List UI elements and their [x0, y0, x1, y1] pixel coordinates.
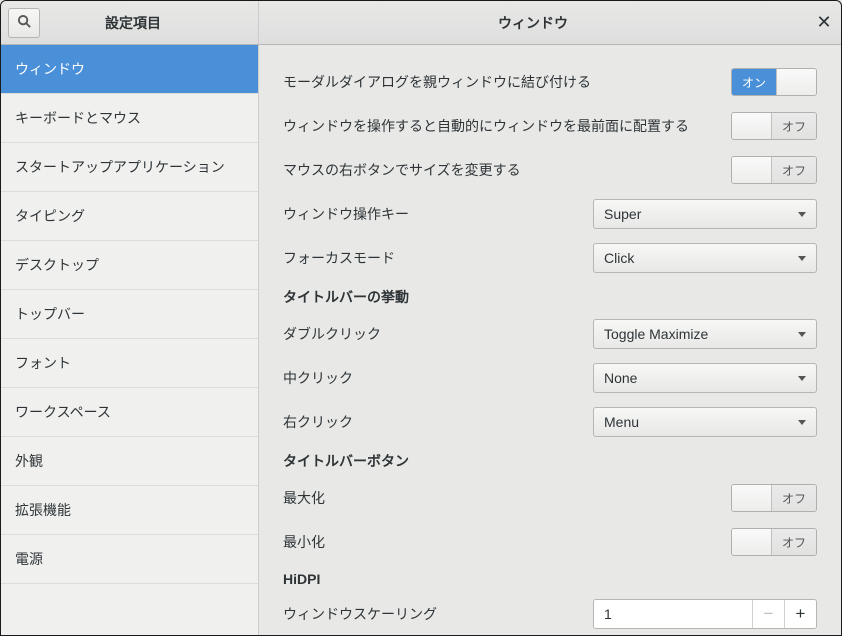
sidebar-item-0[interactable]: ウィンドウ	[1, 45, 258, 94]
section-header: タイトルバーの挙動	[283, 287, 817, 307]
toggle-handle	[776, 69, 816, 95]
sidebar-item-2[interactable]: スタートアップアプリケーション	[1, 143, 258, 192]
titlebar: 設定項目 ウィンドウ ✕	[1, 1, 841, 45]
chevron-down-icon	[798, 420, 806, 425]
toggle-handle	[732, 485, 772, 511]
spinner-increment[interactable]: +	[784, 600, 816, 628]
setting-label: 中クリック	[283, 368, 593, 388]
toggle-handle	[732, 157, 772, 183]
sidebar-item-9[interactable]: 拡張機能	[1, 486, 258, 535]
setting-row: モーダルダイアログを親ウィンドウに結び付けるオン	[283, 67, 817, 97]
setting-label: モーダルダイアログを親ウィンドウに結び付ける	[283, 72, 731, 92]
setting-row: 右クリック Menu	[283, 407, 817, 437]
setting-label: ウィンドウ操作キー	[283, 204, 593, 224]
toggle-switch[interactable]: オフ	[731, 156, 817, 184]
setting-label: ウィンドウスケーリング	[283, 604, 593, 624]
select-dropdown[interactable]: Menu	[593, 407, 817, 437]
setting-label: ウィンドウを操作すると自動的にウィンドウを最前面に配置する	[283, 116, 731, 136]
toggle-switch[interactable]: オフ	[731, 112, 817, 140]
setting-row: フォーカスモード Click	[283, 243, 817, 273]
titlebar-left: 設定項目	[1, 1, 259, 44]
toggle-switch[interactable]: オン	[731, 68, 817, 96]
setting-label: マウスの右ボタンでサイズを変更する	[283, 160, 731, 180]
sidebar-item-5[interactable]: トップバー	[1, 290, 258, 339]
select-dropdown[interactable]: None	[593, 363, 817, 393]
sidebar-item-7[interactable]: ワークスペース	[1, 388, 258, 437]
search-icon	[17, 14, 32, 32]
number-spinner[interactable]: 1−+	[593, 599, 817, 629]
select-value: None	[604, 370, 798, 386]
close-button[interactable]: ✕	[807, 1, 841, 44]
select-dropdown[interactable]: Click	[593, 243, 817, 273]
search-button[interactable]	[8, 8, 40, 38]
toggle-label: オフ	[772, 529, 816, 555]
sidebar-item-8[interactable]: 外観	[1, 437, 258, 486]
select-dropdown[interactable]: Toggle Maximize	[593, 319, 817, 349]
toggle-switch[interactable]: オフ	[731, 528, 817, 556]
select-value: Menu	[604, 414, 798, 430]
spinner-decrement[interactable]: −	[752, 600, 784, 628]
toggle-handle	[732, 529, 772, 555]
sidebar-item-6[interactable]: フォント	[1, 339, 258, 388]
chevron-down-icon	[798, 212, 806, 217]
setting-row: ウィンドウスケーリング1−+	[283, 599, 817, 629]
settings-window: 設定項目 ウィンドウ ✕ ウィンドウキーボードとマウススタートアップアプリケーシ…	[0, 0, 842, 636]
setting-label: フォーカスモード	[283, 248, 593, 268]
select-value: Toggle Maximize	[604, 326, 798, 342]
sidebar-item-1[interactable]: キーボードとマウス	[1, 94, 258, 143]
setting-label: 最大化	[283, 488, 731, 508]
chevron-down-icon	[798, 332, 806, 337]
setting-label: 最小化	[283, 532, 731, 552]
select-value: Super	[604, 206, 798, 222]
setting-row: 最大化 オフ	[283, 483, 817, 513]
section-header: タイトルバーボタン	[283, 451, 817, 471]
sidebar: ウィンドウキーボードとマウススタートアップアプリケーションタイピングデスクトップ…	[1, 45, 259, 635]
select-value: Click	[604, 250, 798, 266]
setting-row: ウィンドウを操作すると自動的にウィンドウを最前面に配置する オフ	[283, 111, 817, 141]
sidebar-item-3[interactable]: タイピング	[1, 192, 258, 241]
window-body: ウィンドウキーボードとマウススタートアップアプリケーションタイピングデスクトップ…	[1, 45, 841, 635]
close-icon: ✕	[816, 12, 831, 33]
titlebar-right-title: ウィンドウ	[259, 13, 807, 33]
toggle-switch[interactable]: オフ	[731, 484, 817, 512]
setting-row: ダブルクリック Toggle Maximize	[283, 319, 817, 349]
setting-label: ダブルクリック	[283, 324, 593, 344]
spinner-value[interactable]: 1	[594, 600, 752, 628]
setting-row: ウィンドウ操作キー Super	[283, 199, 817, 229]
content-panel: モーダルダイアログを親ウィンドウに結び付けるオンウィンドウを操作すると自動的にウ…	[259, 45, 841, 635]
toggle-label: オフ	[772, 113, 816, 139]
setting-label: 右クリック	[283, 412, 593, 432]
setting-row: 最小化 オフ	[283, 527, 817, 557]
sidebar-item-10[interactable]: 電源	[1, 535, 258, 584]
toggle-label: オン	[732, 69, 776, 95]
chevron-down-icon	[798, 256, 806, 261]
titlebar-left-title: 設定項目	[40, 13, 258, 33]
setting-row: マウスの右ボタンでサイズを変更する オフ	[283, 155, 817, 185]
titlebar-right: ウィンドウ ✕	[259, 1, 841, 44]
toggle-label: オフ	[772, 485, 816, 511]
toggle-handle	[732, 113, 772, 139]
sidebar-item-4[interactable]: デスクトップ	[1, 241, 258, 290]
select-dropdown[interactable]: Super	[593, 199, 817, 229]
setting-row: 中クリック None	[283, 363, 817, 393]
section-header: HiDPI	[283, 571, 817, 587]
toggle-label: オフ	[772, 157, 816, 183]
chevron-down-icon	[798, 376, 806, 381]
